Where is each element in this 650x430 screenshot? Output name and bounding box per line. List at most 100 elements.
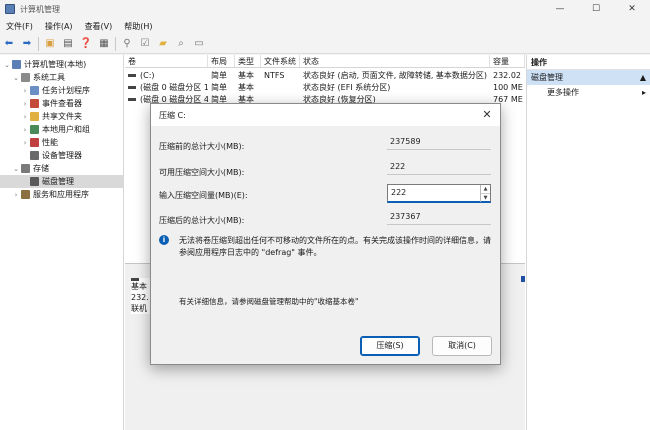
menu-file[interactable]: 文件(F)	[0, 21, 39, 32]
more-actions-item[interactable]: 更多操作 ▸	[527, 85, 650, 100]
shrink-button[interactable]: 压缩(S)	[360, 336, 420, 356]
chevron-right-icon[interactable]: ›	[21, 100, 29, 108]
spin-up-icon[interactable]: ▲	[481, 185, 490, 193]
volume-name-text: (C:)	[140, 71, 155, 80]
volume-name: (C:)	[125, 70, 208, 81]
title-bar: 计算机管理 — ☐ ✕	[0, 0, 650, 18]
event-icon	[30, 99, 39, 108]
dialog-title-bar: 压缩 C:	[151, 104, 500, 126]
column-header-volume[interactable]: 卷	[125, 55, 208, 67]
chevron-right-icon[interactable]: ›	[21, 87, 29, 95]
tree-item[interactable]: › 服务和应用程序	[0, 188, 123, 201]
available-space-label: 可用压缩空间大小(MB):	[159, 168, 245, 177]
chevron-right-icon[interactable]: ›	[21, 126, 29, 134]
chevron-down-icon[interactable]: ⌄	[12, 165, 20, 173]
column-header-type[interactable]: 类型	[235, 55, 261, 67]
tree-item-label: 共享文件夹	[42, 112, 82, 121]
info-message: 无法将卷压缩到超出任何不可移动的文件所在的点。有关完成该操作时间的详细信息，请参…	[179, 236, 491, 257]
chevron-down-icon[interactable]: ⌄	[3, 61, 11, 69]
volume-layout: 简单	[211, 71, 227, 80]
volume-capacity: 100 ME	[493, 83, 523, 92]
search-icon[interactable]: ⌕	[174, 37, 188, 51]
tree-item[interactable]: › 任务计划程序	[0, 84, 123, 97]
view-icon[interactable]: ▭	[192, 37, 206, 51]
chevron-right-icon[interactable]: ›	[21, 113, 29, 121]
tree-item-label: 存储	[33, 164, 49, 173]
tree-item[interactable]: › 本地用户和组	[0, 123, 123, 136]
navigation-tree: ⌄ 计算机管理(本地) ⌄ 系统工具 › 任务计划程序 › 事件查看器 › 共享文件夹 › 本地用户和…	[0, 55, 124, 430]
tree-item-label: 事件查看器	[42, 99, 82, 108]
close-button[interactable]: ✕	[614, 0, 650, 18]
toolbar-separator	[38, 36, 39, 51]
minimize-button[interactable]: —	[542, 0, 578, 18]
up-folder-icon[interactable]: ▣	[43, 37, 57, 51]
menu-help[interactable]: 帮助(H)	[118, 21, 158, 32]
tools-icon	[21, 73, 30, 82]
services-icon	[21, 190, 30, 199]
column-header-status[interactable]: 状态	[300, 55, 490, 67]
properties-icon[interactable]: ▦	[97, 37, 111, 51]
app-icon	[5, 4, 15, 14]
dialog-close-button[interactable]: ✕	[480, 108, 494, 122]
tree-item[interactable]: › 事件查看器	[0, 97, 123, 110]
collapse-arrow-icon[interactable]: ▲	[640, 70, 646, 85]
folder-icon	[30, 112, 39, 121]
actions-header: 操作	[527, 55, 650, 70]
chevron-down-icon[interactable]: ⌄	[12, 74, 20, 82]
check-icon[interactable]: ☑	[138, 37, 152, 51]
total-before-value: 237589	[387, 133, 491, 150]
disk-icon	[30, 177, 39, 186]
device-icon	[30, 151, 39, 160]
column-header-filesystem[interactable]: 文件系统	[261, 55, 300, 67]
tree-item-label: 系统工具	[33, 73, 65, 82]
volume-filesystem: NTFS	[264, 71, 285, 80]
table-row[interactable]: (C:) 简单 基本 NTFS 状态良好 (启动, 页面文件, 故障转储, 基本数据分区…	[125, 70, 525, 81]
total-after-value: 237367	[387, 208, 491, 225]
volume-name: (磁盘 0 磁盘分区 1)	[125, 82, 208, 93]
volume-status: 状态良好 (EFI 系统分区)	[303, 83, 391, 92]
help-icon[interactable]: ❓	[79, 37, 93, 51]
menu-view[interactable]: 查看(V)	[79, 21, 119, 32]
connect-icon[interactable]: ⚲	[120, 37, 134, 51]
info-icon: i	[159, 235, 169, 245]
volume-type: 基本	[238, 83, 254, 92]
tree-item[interactable]: › 性能	[0, 136, 123, 149]
maximize-button[interactable]: ☐	[578, 0, 614, 18]
window-controls: — ☐ ✕	[542, 0, 650, 18]
new-folder-icon[interactable]: ▰	[156, 37, 170, 51]
menu-bar: 文件(F) 操作(A) 查看(V) 帮助(H)	[0, 18, 650, 34]
tree-item[interactable]: ⌄ 系统工具	[0, 71, 123, 84]
actions-section-label: 磁盘管理	[531, 73, 563, 82]
spin-down-icon[interactable]: ▼	[481, 193, 490, 202]
shrink-amount-input[interactable]: 222 ▲ ▼	[387, 184, 491, 203]
shrink-amount-value: 222	[391, 188, 407, 197]
volume-layout: 简单	[211, 83, 227, 92]
volume-type: 基本	[238, 71, 254, 80]
storage-icon	[21, 164, 30, 173]
tree-item-label: 设备管理器	[42, 151, 82, 160]
table-row[interactable]: (磁盘 0 磁盘分区 1) 简单 基本 状态良好 (EFI 系统分区) 100 ME	[125, 82, 525, 93]
column-header-capacity[interactable]: 容量	[490, 55, 525, 67]
menu-action[interactable]: 操作(A)	[39, 21, 79, 32]
tree-item[interactable]: › 共享文件夹	[0, 110, 123, 123]
window-title: 计算机管理	[20, 4, 60, 14]
back-arrow-icon[interactable]: ⬅	[2, 37, 16, 51]
computer-icon	[12, 60, 21, 69]
tree-item[interactable]: ⌄ 计算机管理(本地)	[0, 58, 123, 71]
tree-item-label: 性能	[42, 138, 58, 147]
volume-icon	[128, 98, 136, 101]
forward-arrow-icon[interactable]: ➡	[20, 37, 34, 51]
cancel-button[interactable]: 取消(C)	[432, 336, 492, 356]
tree-item[interactable]: 磁盘管理	[0, 175, 123, 188]
tree-item[interactable]: ⌄ 存储	[0, 162, 123, 175]
chevron-right-icon[interactable]: ›	[21, 139, 29, 147]
volume-list-header: 卷 布局 类型 文件系统 状态 容量	[125, 55, 525, 68]
help-message: 有关详细信息，请参阅磁盘管理帮助中的"收缩基本卷"	[179, 297, 359, 306]
actions-section-disk-management[interactable]: 磁盘管理 ▲	[527, 70, 650, 85]
tree-item[interactable]: 设备管理器	[0, 149, 123, 162]
column-header-layout[interactable]: 布局	[208, 55, 235, 67]
total-after-label: 压缩后的总计大小(MB):	[159, 216, 245, 225]
show-hide-tree-icon[interactable]: ▤	[61, 37, 75, 51]
chevron-right-icon[interactable]: ›	[12, 191, 20, 199]
available-space-value: 222	[387, 158, 491, 175]
